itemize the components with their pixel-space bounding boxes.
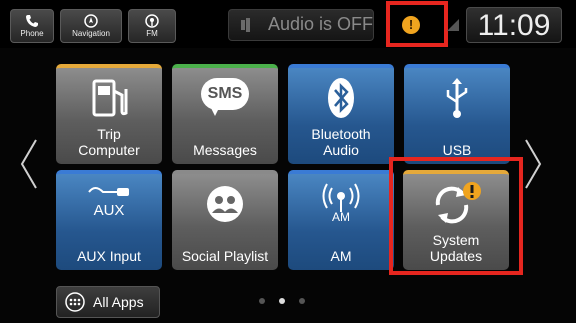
tile-label: AM [330, 248, 352, 264]
social-playlist-icon [207, 186, 243, 222]
tile-label: System Updates [429, 232, 483, 264]
am-antenna-icon: AM [317, 182, 365, 226]
tile-label: Bluetooth Audio [311, 126, 371, 158]
bluetooth-icon [328, 78, 354, 118]
phone-button[interactable]: Phone [10, 9, 54, 43]
navigation-label: Navigation [72, 29, 110, 38]
system-update-icon [435, 182, 481, 224]
chevron-left-icon [20, 139, 37, 189]
tile-label: Social Playlist [181, 248, 269, 264]
fuel-pump-icon [92, 79, 128, 117]
tile-aux-input[interactable]: AUX AUX Input [56, 170, 162, 270]
tile-bluetooth-audio[interactable]: Bluetooth Audio [288, 64, 394, 164]
audio-status-text: Audio is OFF [268, 14, 374, 34]
page-dot-2[interactable] [279, 298, 285, 304]
phone-label: Phone [20, 29, 44, 38]
fm-label: FM [146, 29, 158, 38]
signal-icon [447, 19, 459, 31]
page-dot-3[interactable] [299, 298, 305, 304]
tile-label: AUX Input [77, 248, 141, 264]
tile-social-playlist[interactable]: Social Playlist [172, 170, 278, 270]
tile-trip-computer[interactable]: Trip Computer [56, 64, 162, 164]
next-page-arrow[interactable] [522, 138, 544, 197]
fm-radio-icon [145, 14, 159, 28]
speaker-muted-icon [241, 18, 250, 32]
fm-button[interactable]: FM [128, 9, 176, 43]
usb-icon [446, 78, 468, 118]
sms-icon: SMS [201, 78, 249, 118]
tile-system-updates[interactable]: System Updates [403, 170, 509, 270]
notification-icon[interactable]: ! [402, 16, 420, 34]
tile-am[interactable]: AM AM [288, 170, 394, 270]
chevron-right-icon [525, 139, 542, 189]
tile-label: Messages [193, 142, 257, 158]
tile-usb[interactable]: USB [404, 64, 510, 164]
tile-label: Trip Computer [78, 126, 140, 158]
all-apps-label: All Apps [93, 294, 144, 310]
compass-icon [84, 14, 98, 28]
tile-messages[interactable]: SMS Messages [172, 64, 278, 164]
previous-page-arrow[interactable] [18, 138, 40, 197]
page-dot-1[interactable] [259, 298, 265, 304]
grid-icon [65, 292, 85, 312]
navigation-button[interactable]: Navigation [60, 9, 122, 43]
all-apps-button[interactable]: All Apps [56, 286, 160, 318]
tile-label: USB [442, 142, 472, 158]
clock: 11:09 [466, 7, 562, 43]
aux-icon: AUX [85, 182, 133, 226]
phone-icon [26, 15, 38, 27]
